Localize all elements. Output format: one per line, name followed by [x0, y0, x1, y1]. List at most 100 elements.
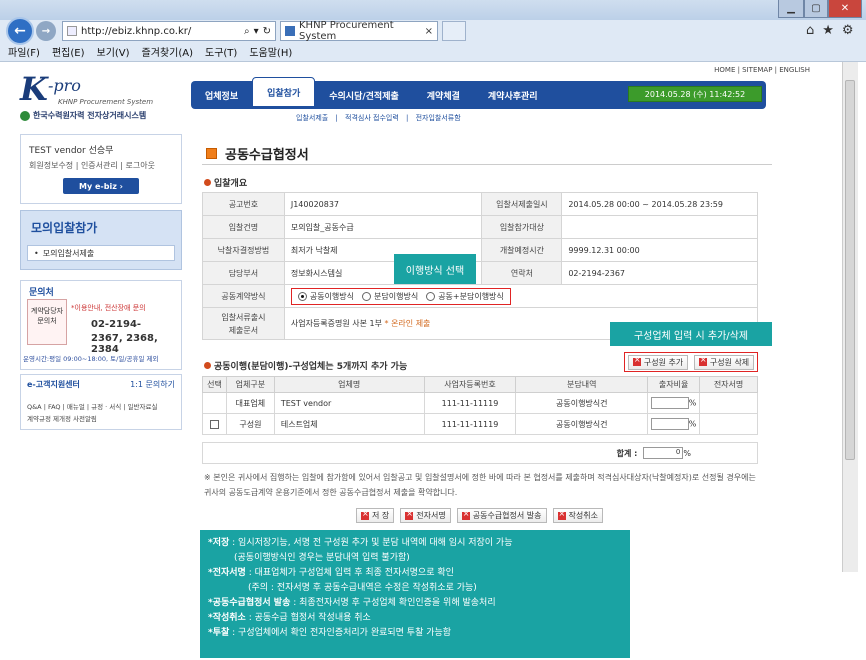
close-window-button[interactable]: ✕ — [828, 0, 862, 18]
nav-bid-participation[interactable]: 입찰참가 — [252, 77, 316, 107]
cc-inquiry-link[interactable]: 1:1 문의하기 — [130, 379, 175, 390]
menu-file[interactable]: 파일(F) — [8, 44, 40, 59]
search-icon[interactable]: ⌕ — [244, 26, 250, 37]
note-line: (주의 : 전자서명 후 공동수급내역은 수정은 작성취소로 가능) — [208, 581, 622, 596]
e-sign-button[interactable]: 전자서명 — [400, 508, 451, 523]
cc-links-2[interactable]: 계약규정 제개정 사전알림 — [27, 413, 97, 423]
note-key: *투찰 — [208, 628, 230, 638]
home-icon[interactable]: ⌂ — [806, 23, 814, 38]
settings-gear-icon[interactable]: ⚙ — [842, 23, 854, 38]
mock-bid-item-label: 모의입찰서제출 — [42, 248, 95, 258]
menu-favorites[interactable]: 즐겨찾기(A) — [142, 44, 193, 59]
inquiry-box: 문의처 계약담당자 문의처 *이용안내, 전산장애 문의 02-2194- 23… — [20, 280, 182, 370]
add-member-button[interactable]: 구성원 추가 — [627, 354, 689, 370]
radio-mixed-circle[interactable] — [426, 291, 436, 301]
dropdown-icon[interactable]: ▾ — [254, 26, 259, 37]
nav-company-info[interactable]: 업체정보 — [191, 89, 252, 102]
browser-tab[interactable]: KHNP Procurement System × — [280, 20, 438, 42]
note-text: : 임시저장기능, 서명 전 구성원 추가 및 분담 내역에 대해 임시 저장이… — [229, 538, 513, 548]
mock-bid-item[interactable]: • 모의입찰서제출 — [27, 245, 175, 261]
phone-line-1: 02-2194- — [91, 319, 142, 330]
section-members: 공동이행(분담이행)-구성업체는 5개까지 추가 가능 — [204, 359, 407, 372]
col-ratio: 출자비율 — [647, 376, 701, 393]
maximize-button[interactable]: ▢ — [804, 0, 828, 18]
contract-contact-card[interactable]: 계약담당자 문의처 — [27, 299, 67, 345]
member-biz-no: 111-11-11119 — [423, 413, 517, 435]
signature-cell — [699, 392, 758, 414]
nav-contract[interactable]: 계약체결 — [413, 89, 474, 102]
label-award-method: 낙찰자결정방법 — [202, 238, 285, 262]
member-name: 테스트업체 — [273, 413, 425, 435]
minimize-button[interactable]: ▁ — [778, 0, 804, 18]
value-notice-no: J140020837 — [283, 192, 483, 216]
user-links[interactable]: 회원정보수정 | 인증서관리 | 로그아웃 — [29, 160, 155, 171]
subnav-doc-box[interactable]: 전자입찰서류함 — [416, 114, 461, 122]
title-bar — [0, 0, 866, 20]
col-select: 선택 — [202, 376, 227, 393]
callout-method: 이행방식 선택 — [394, 254, 476, 284]
save-button[interactable]: 저 장 — [356, 508, 395, 523]
url-text: http://ebiz.khnp.co.kr/ — [81, 25, 192, 37]
add-icon — [632, 355, 641, 366]
member-share: 공동이행방식건 — [515, 392, 649, 414]
send-agreement-button[interactable]: 공동수급협정서 발송 — [456, 508, 547, 523]
page-title: 공동수급협정서 — [206, 144, 309, 163]
delete-member-button[interactable]: 구성원 삭제 — [693, 354, 755, 370]
new-tab-button[interactable] — [442, 21, 466, 41]
favorites-star-icon[interactable]: ★ — [822, 23, 834, 38]
select-checkbox[interactable] — [209, 419, 219, 429]
section-bid-overview-label: 입찰개요 — [214, 179, 248, 189]
members-table: 선택 업체구분 업체명 사업자등록번호 분담내역 출자비율 전자서명 대표업체 … — [202, 376, 758, 435]
radio-divided-circle[interactable] — [362, 291, 372, 301]
bullet-icon: • — [34, 248, 39, 258]
hours-text: 운영시간:평일 09:00~18:00, 토/일/공휴일 제외 — [23, 355, 159, 363]
save-icon — [361, 509, 369, 520]
web-page: HOME | SITEMAP | ENGLISH K -pro KHNP Pro… — [6, 62, 840, 572]
delete-member-label: 구성원 삭제 — [709, 357, 750, 367]
member-biz-no: 111-11-11119 — [423, 392, 517, 414]
scrollbar-thumb[interactable] — [845, 80, 855, 460]
total-unit: % — [683, 448, 691, 458]
cancel-write-label: 작성취소 — [568, 511, 598, 520]
table-row: 입찰건명 모의입찰_공동수급 입찰참가대상 — [202, 215, 758, 239]
radio-mixed-label: 공동+분담이행방식 — [438, 291, 504, 301]
address-bar[interactable]: http://ebiz.khnp.co.kr/ ⌕ ▾ ↻ — [62, 21, 276, 41]
title-divider — [202, 164, 772, 165]
refresh-icon[interactable]: ↻ — [263, 26, 271, 37]
nav-post-contract[interactable]: 계약사후관리 — [474, 89, 552, 102]
cc-links-1[interactable]: Q&A | FAQ | 매뉴얼 | 규정 · 서식 | 일반자료실 — [27, 401, 157, 411]
radio-mixed[interactable]: 공동+분담이행방식 — [426, 291, 504, 302]
menu-edit[interactable]: 편집(E) — [52, 44, 85, 59]
subnav-bid-submit[interactable]: 입찰서제출 — [296, 114, 328, 122]
tab-close-icon[interactable]: × — [425, 26, 433, 37]
total-label: 합계 : — [616, 448, 638, 458]
back-button[interactable]: ← — [6, 17, 34, 45]
ratio-input[interactable] — [650, 418, 689, 430]
forward-button[interactable]: → — [36, 21, 56, 41]
customer-center-box: e-고객지원센터 1:1 문의하기 Q&A | FAQ | 매뉴얼 | 규정 ·… — [20, 374, 182, 430]
menu-help[interactable]: 도움말(H) — [249, 44, 292, 59]
sub-nav: 입찰서제출 | 적격심사 접수입력 | 전자입찰서류함 — [296, 113, 466, 123]
value-submit-period: 2014.05.28 00:00 ~ 2014.05.28 23:59 — [561, 192, 758, 216]
bid-info-table: 공고번호 J140020837 입찰서제출일시 2014.05.28 00:00… — [202, 192, 759, 340]
subnav-qualification[interactable]: 적격심사 접수입력 — [345, 114, 399, 122]
value-open-time: 9999.12.31 00:00 — [561, 238, 758, 262]
total-row: 합계 : 0 % — [202, 442, 758, 464]
top-links[interactable]: HOME | SITEMAP | ENGLISH — [714, 66, 810, 74]
radio-divided-label: 분담이행방식 — [374, 291, 419, 301]
table-row: 공고번호 J140020837 입찰서제출일시 2014.05.28 00:00… — [202, 192, 758, 216]
nav-negotiation[interactable]: 수의시담/견적제출 — [315, 89, 413, 102]
radio-joint[interactable]: 공동이행방식 — [297, 291, 354, 302]
menu-tools[interactable]: 도구(T) — [205, 44, 237, 59]
my-ebiz-button[interactable]: My e-biz › — [63, 178, 139, 194]
cancel-write-button[interactable]: 작성취소 — [552, 508, 603, 523]
table-row: 낙찰자결정방법 최저가 낙찰제 개찰예정시간 9999.12.31 00:00 — [202, 238, 758, 262]
radio-divided[interactable]: 분담이행방식 — [362, 291, 418, 302]
table-row: 대표업체 TEST vendor 111-11-11119 공동이행방식건 % — [202, 392, 758, 414]
menu-view[interactable]: 보기(V) — [97, 44, 130, 59]
note-text: (공동이행방식인 경우는 분담내역 입력 불가함) — [234, 553, 410, 563]
radio-joint-circle[interactable] — [297, 291, 307, 301]
action-buttons: 저 장 전자서명 공동수급협정서 발송 작성취소 — [356, 508, 603, 523]
ratio-input[interactable] — [650, 397, 689, 409]
member-type: 대표업체 — [225, 392, 275, 414]
